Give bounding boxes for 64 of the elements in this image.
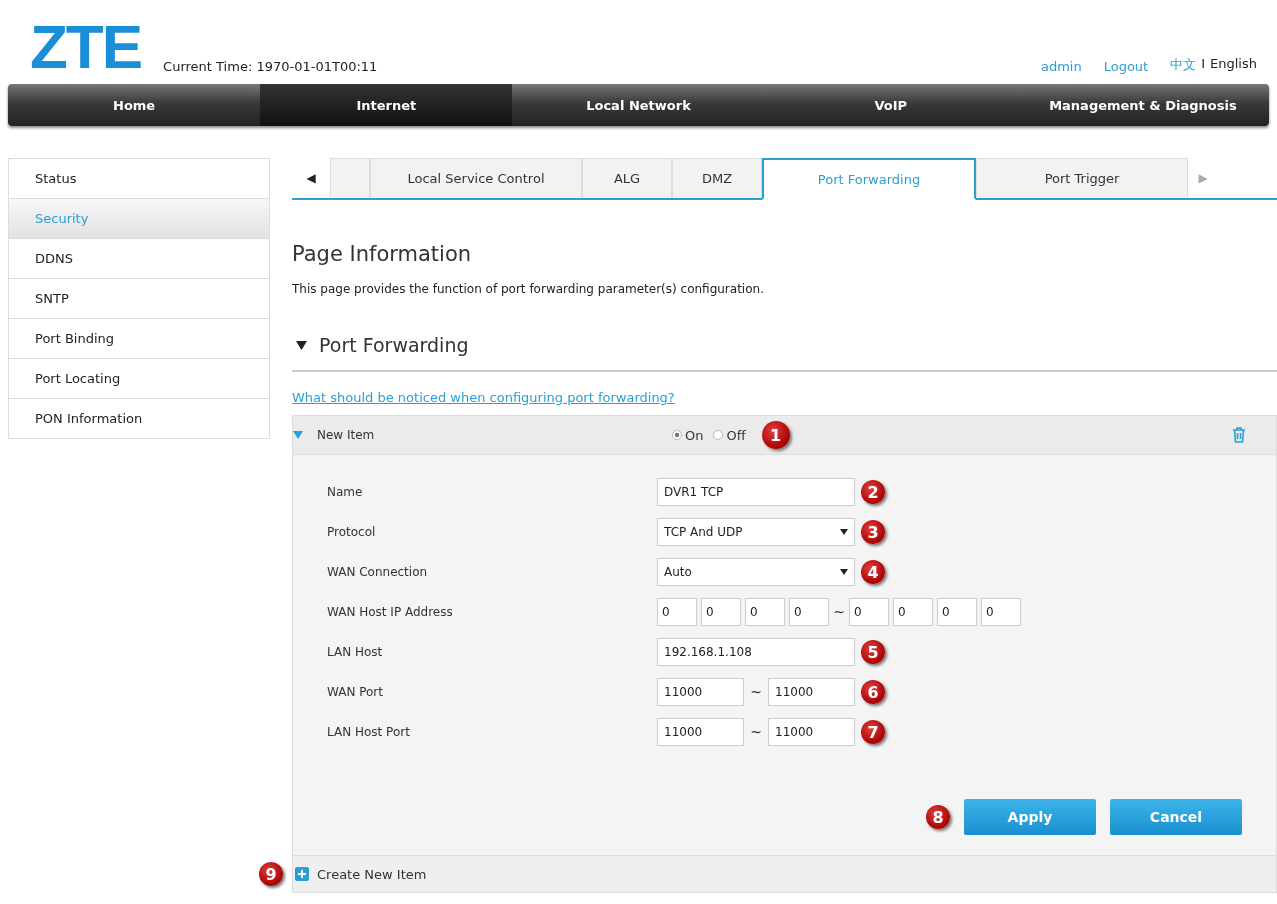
nav-tab[interactable]: Local Network — [512, 84, 765, 126]
field-label: Protocol — [327, 525, 377, 539]
dropdown[interactable]: TCP And UDP — [657, 518, 855, 546]
tab-stub — [330, 158, 370, 198]
dropdown[interactable]: Auto — [657, 558, 855, 586]
input-field[interactable]: 192.168.1.108 — [657, 638, 855, 666]
input-field[interactable]: DVR1 TCP — [657, 478, 855, 506]
field-label: WAN Port — [327, 685, 384, 699]
nav-tab[interactable]: Internet — [260, 84, 513, 126]
ip-octet-field[interactable]: 0 — [981, 598, 1021, 626]
logo: ZTE — [30, 16, 142, 82]
section-title: Port Forwarding — [319, 334, 469, 356]
ip-octet-field[interactable]: 0 — [745, 598, 785, 626]
tab[interactable]: DMZ — [672, 158, 762, 198]
callout-badge: 9 — [259, 862, 283, 886]
nav-tab[interactable]: Home — [8, 84, 261, 126]
language-link[interactable]: English — [1210, 56, 1257, 74]
radio-button[interactable] — [713, 430, 724, 440]
nav-tab[interactable]: Management & Diagnosis — [1016, 84, 1269, 126]
field-label: WAN Connection — [327, 565, 429, 579]
caret-icon — [840, 569, 848, 575]
item-title: New Item — [317, 428, 376, 442]
tab[interactable]: Local Service Control — [370, 158, 582, 198]
ip-octet-field[interactable]: 0 — [893, 598, 933, 626]
callout-badge: 3 — [861, 520, 885, 544]
input-field[interactable]: 11000 — [657, 678, 744, 706]
current-time: Current Time: 1970-01-01T00:11 — [163, 59, 378, 76]
trash-icon[interactable] — [1232, 427, 1246, 443]
language-separator: I — [1201, 56, 1206, 73]
callout-badge: 2 — [861, 480, 885, 504]
create-item-link[interactable]: Create New Item — [317, 866, 427, 882]
plus-icon[interactable] — [295, 867, 309, 881]
tab[interactable]: Port Trigger — [976, 158, 1188, 198]
expand-triangle-icon[interactable] — [296, 339, 307, 351]
ip-octet-field[interactable]: 0 — [789, 598, 829, 626]
ip-octet-field[interactable]: 0 — [701, 598, 741, 626]
input-field[interactable]: 11000 — [768, 678, 855, 706]
page-description: This page provides the function of port forwarding parameter(s) configuration. — [292, 282, 765, 296]
input-field[interactable]: 11000 — [657, 718, 744, 746]
field-label: Name — [327, 485, 364, 499]
radio-label: Off — [726, 427, 746, 443]
page-title: Page Information — [292, 242, 473, 266]
field-label: WAN Host IP Address — [327, 605, 454, 619]
nav-tab[interactable]: VoIP — [764, 84, 1017, 126]
range-separator: ~ — [833, 604, 845, 620]
field-label: LAN Host — [327, 645, 384, 659]
previous-tab-arrow[interactable]: ◀ — [292, 158, 330, 198]
callout-badge: 1 — [761, 421, 790, 449]
ip-octet-field[interactable]: 0 — [849, 598, 889, 626]
callout-badge: 4 — [861, 560, 885, 584]
radio-button[interactable] — [672, 430, 682, 440]
caret-icon — [840, 529, 848, 535]
callout-badge: 6 — [861, 680, 885, 704]
input-field[interactable]: 11000 — [768, 718, 855, 746]
ip-octet-field[interactable]: 0 — [657, 598, 697, 626]
field-label: LAN Host Port — [327, 725, 411, 739]
range-separator: ~ — [749, 684, 763, 700]
ip-octet-field[interactable]: 0 — [937, 598, 977, 626]
radio-label: On — [685, 427, 704, 443]
callout-badge: 7 — [861, 720, 885, 744]
tab[interactable]: ALG — [582, 158, 672, 198]
callout-badge: 8 — [926, 805, 950, 829]
range-separator: ~ — [749, 724, 763, 740]
callout-badge: 5 — [861, 640, 885, 664]
